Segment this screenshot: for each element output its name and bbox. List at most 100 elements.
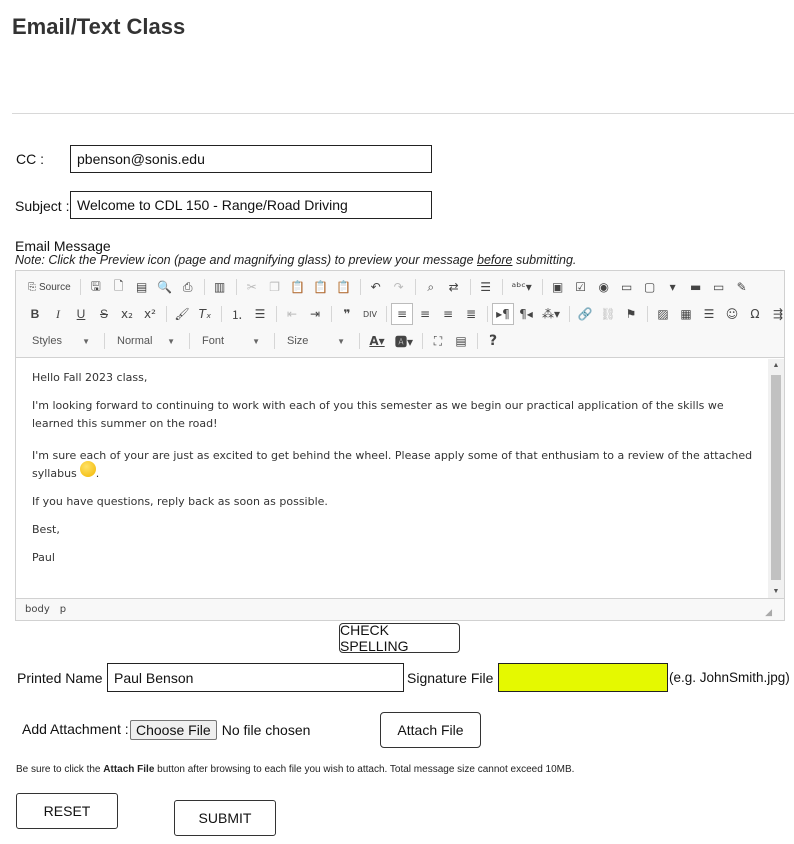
resize-grip-icon[interactable]: ◢: [765, 608, 772, 618]
toolbar-separator: [331, 306, 332, 322]
text-direction-rtl-icon[interactable]: ¶◂: [515, 303, 537, 325]
superscript-icon[interactable]: x²: [139, 303, 161, 325]
source-button[interactable]: ⎘ Source: [24, 276, 75, 298]
bold-icon[interactable]: B: [24, 303, 46, 325]
message-paragraph: I'm looking forward to continuing to wor…: [32, 399, 724, 430]
redo-icon[interactable]: ↷: [388, 276, 410, 298]
find-icon[interactable]: ⌕: [420, 276, 442, 298]
bulleted-list-icon[interactable]: ☰: [249, 303, 271, 325]
show-blocks-icon[interactable]: ▤: [450, 330, 472, 352]
format-dropdown[interactable]: Normal ▼: [109, 331, 181, 351]
attachment-instructions: Be sure to click the Attach File button …: [16, 764, 574, 775]
copy-icon[interactable]: ❐: [264, 276, 286, 298]
maximize-icon[interactable]: ⛶: [427, 330, 449, 352]
select-field-icon[interactable]: ▾: [662, 276, 684, 298]
editor-scrollbar[interactable]: ▲ ▼: [768, 359, 784, 598]
image-icon[interactable]: ▨: [652, 303, 674, 325]
path-body[interactable]: body: [25, 604, 50, 615]
paste-icon[interactable]: 📋: [287, 276, 309, 298]
spellcheck-icon[interactable]: ᵃᵇᶜ▾: [507, 276, 537, 298]
align-left-icon[interactable]: ≡: [391, 303, 413, 325]
justify-icon[interactable]: ≣: [460, 303, 482, 325]
file-picker: Choose File No file chosen: [130, 720, 310, 740]
italic-icon[interactable]: I: [47, 303, 69, 325]
help-icon[interactable]: ?: [482, 330, 504, 352]
scroll-up-arrow-icon[interactable]: ▲: [768, 362, 784, 369]
iframe-icon[interactable]: ◎: [790, 303, 794, 325]
chevron-down-icon: ▼: [167, 336, 175, 346]
align-right-icon[interactable]: ≡: [437, 303, 459, 325]
export-pdf-icon[interactable]: ▤: [131, 276, 153, 298]
select-all-icon[interactable]: ☰: [475, 276, 497, 298]
cc-input[interactable]: pbenson@sonis.edu: [70, 145, 432, 173]
toolbar-separator: [647, 306, 648, 322]
page-break-icon[interactable]: ⇶: [767, 303, 789, 325]
subject-input[interactable]: Welcome to CDL 150 - Range/Road Driving: [70, 191, 432, 219]
textarea-icon[interactable]: ▢: [639, 276, 661, 298]
new-page-icon[interactable]: 🗋: [108, 276, 130, 298]
subscript-icon[interactable]: x₂: [116, 303, 138, 325]
submit-button[interactable]: SUBMIT: [174, 800, 276, 836]
smiley-icon[interactable]: ☺: [721, 303, 743, 325]
indent-icon[interactable]: ⇥: [304, 303, 326, 325]
toolbar-separator: [276, 306, 277, 322]
styles-dropdown[interactable]: Styles ▼: [24, 331, 96, 351]
div-container-icon[interactable]: DIV: [359, 303, 381, 325]
email-message-label: Email Message: [15, 238, 111, 254]
anchor-flag-icon[interactable]: ⚑: [620, 303, 642, 325]
language-icon[interactable]: ⁂▾: [538, 303, 564, 325]
editor-content[interactable]: Hello Fall 2023 class, I'm looking forwa…: [16, 359, 770, 598]
blockquote-icon[interactable]: ❞: [336, 303, 358, 325]
background-color-icon[interactable]: 🅰▾: [391, 330, 417, 352]
font-dropdown[interactable]: Font ▼: [194, 331, 266, 351]
check-spelling-button[interactable]: CHECK SPELLING: [339, 622, 460, 654]
scrollbar-thumb[interactable]: [771, 375, 781, 580]
align-center-icon[interactable]: ≡: [414, 303, 436, 325]
unlink-icon[interactable]: ⛓: [597, 303, 619, 325]
rich-text-editor[interactable]: ⎘ Source 🖫 🗋 ▤ 🔍 ⎙ ▥ ✂ ❐ 📋 📋 📋 ↶ ↷ ⌕ ⇄ ☰ …: [15, 270, 785, 621]
image-button-icon[interactable]: ▭: [708, 276, 730, 298]
outdent-icon[interactable]: ⇤: [281, 303, 303, 325]
text-direction-ltr-icon[interactable]: ▸¶: [492, 303, 514, 325]
replace-icon[interactable]: ⇄: [443, 276, 465, 298]
radio-icon[interactable]: ◉: [593, 276, 615, 298]
choose-file-button[interactable]: Choose File: [130, 720, 217, 740]
preview-icon[interactable]: 🔍: [154, 276, 176, 298]
undo-icon[interactable]: ↶: [365, 276, 387, 298]
underline-icon[interactable]: U: [70, 303, 92, 325]
strikethrough-icon[interactable]: S: [93, 303, 115, 325]
message-paragraph-end: .: [95, 467, 100, 480]
copy-format-icon[interactable]: 🖌: [171, 303, 193, 325]
subject-label: Subject :: [15, 198, 70, 214]
paste-text-icon[interactable]: 📋: [310, 276, 332, 298]
signature-file-hint: (e.g. JohnSmith.jpg): [669, 670, 790, 685]
paste-word-icon[interactable]: 📋: [333, 276, 355, 298]
text-field-icon[interactable]: ▭: [616, 276, 638, 298]
preview-note-emphasis: before: [477, 253, 513, 267]
printed-name-input[interactable]: Paul Benson: [107, 663, 404, 692]
reset-button[interactable]: RESET: [16, 793, 118, 829]
numbered-list-icon[interactable]: ⒈: [226, 303, 248, 325]
cut-icon[interactable]: ✂: [241, 276, 263, 298]
print-icon[interactable]: ⎙: [177, 276, 199, 298]
message-closing: Best,: [32, 523, 60, 536]
scroll-down-arrow-icon[interactable]: ▼: [768, 588, 784, 595]
text-color-icon[interactable]: A▾: [364, 330, 390, 352]
path-p[interactable]: p: [60, 604, 66, 615]
checkbox-icon[interactable]: ☑: [570, 276, 592, 298]
templates-icon[interactable]: ▥: [209, 276, 231, 298]
toolbar-separator: [487, 306, 488, 322]
link-icon[interactable]: 🔗: [574, 303, 596, 325]
table-icon[interactable]: ▦: [675, 303, 697, 325]
size-dropdown[interactable]: Size ▼: [279, 331, 351, 351]
special-char-icon[interactable]: Ω: [744, 303, 766, 325]
button-icon[interactable]: ▬: [685, 276, 707, 298]
remove-format-icon[interactable]: Tₓ: [194, 303, 216, 325]
save-icon[interactable]: 🖫: [85, 276, 107, 298]
signature-file-input[interactable]: [498, 663, 668, 692]
horizontal-line-icon[interactable]: ☰: [698, 303, 720, 325]
toolbar-separator: [166, 306, 167, 322]
attach-file-button[interactable]: Attach File: [380, 712, 481, 748]
hidden-field-icon[interactable]: ✎: [731, 276, 753, 298]
form-icon[interactable]: ▣: [547, 276, 569, 298]
